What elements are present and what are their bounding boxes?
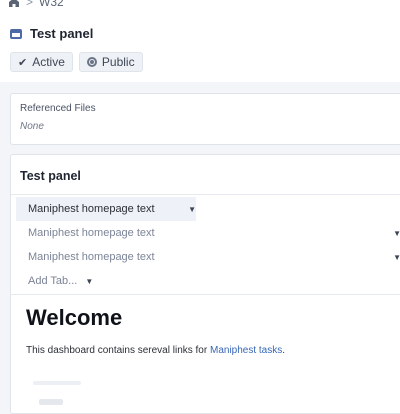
- panel-icon: [10, 28, 22, 39]
- page-header: Test panel ✔ Active Public: [0, 14, 400, 82]
- divider: [11, 294, 400, 295]
- breadcrumb-current[interactable]: W32: [39, 0, 64, 9]
- home-icon[interactable]: [8, 0, 20, 7]
- content-text-end: .: [282, 345, 286, 356]
- tab-label: Maniphest homepage text: [28, 227, 155, 239]
- content-text: This dashboard contains sereval links fo…: [26, 345, 285, 356]
- referenced-files-label: Referenced Files: [20, 103, 96, 114]
- top-bar: > W32: [0, 0, 400, 15]
- caret-down-icon[interactable]: ▼: [393, 229, 400, 238]
- referenced-files-value: None: [20, 121, 44, 132]
- breadcrumb: > W32: [8, 0, 64, 9]
- referenced-files-box: Referenced Files None: [10, 93, 400, 145]
- add-tab-label: Add Tab...: [28, 275, 78, 287]
- caret-down-icon[interactable]: ▼: [393, 253, 400, 262]
- page-title: Test panel: [30, 26, 94, 41]
- tab-label: Maniphest homepage text: [28, 251, 155, 263]
- maniphest-tasks-link[interactable]: Maniphest tasks: [210, 345, 282, 356]
- tab-maniphest-homepage-text-3[interactable]: Maniphest homepage text ▼: [16, 245, 400, 269]
- status-badge-active: ✔ Active: [10, 52, 73, 72]
- content-heading: Welcome: [26, 305, 123, 330]
- caret-down-icon[interactable]: ▼: [85, 277, 93, 286]
- visibility-badge-label: Public: [101, 55, 135, 69]
- visibility-badge-public: Public: [78, 52, 143, 72]
- divider: [11, 194, 400, 195]
- status-badge-label: Active: [32, 55, 65, 69]
- panel-box: Test panel Maniphest homepage text ▼ Man…: [10, 154, 400, 414]
- caret-down-icon[interactable]: ▼: [188, 205, 196, 214]
- status-tags: ✔ Active Public: [10, 52, 143, 72]
- faint-text: [33, 381, 81, 385]
- breadcrumb-separator: >: [26, 0, 34, 9]
- tab-maniphest-homepage-text-2[interactable]: Maniphest homepage text ▼: [16, 221, 400, 245]
- title-row: Test panel: [10, 26, 93, 41]
- add-tab-button[interactable]: Add Tab... ▼: [16, 269, 400, 293]
- globe-icon: [86, 57, 97, 67]
- tab-maniphest-homepage-text-1[interactable]: Maniphest homepage text ▼: [16, 197, 196, 221]
- panel-title: Test panel: [20, 169, 81, 183]
- content-text-body: This dashboard contains sereval links fo…: [26, 345, 210, 356]
- panel-tabs: Maniphest homepage text ▼ Maniphest home…: [16, 197, 400, 293]
- check-icon: ✔: [18, 56, 28, 69]
- tab-label: Maniphest homepage text: [28, 203, 155, 215]
